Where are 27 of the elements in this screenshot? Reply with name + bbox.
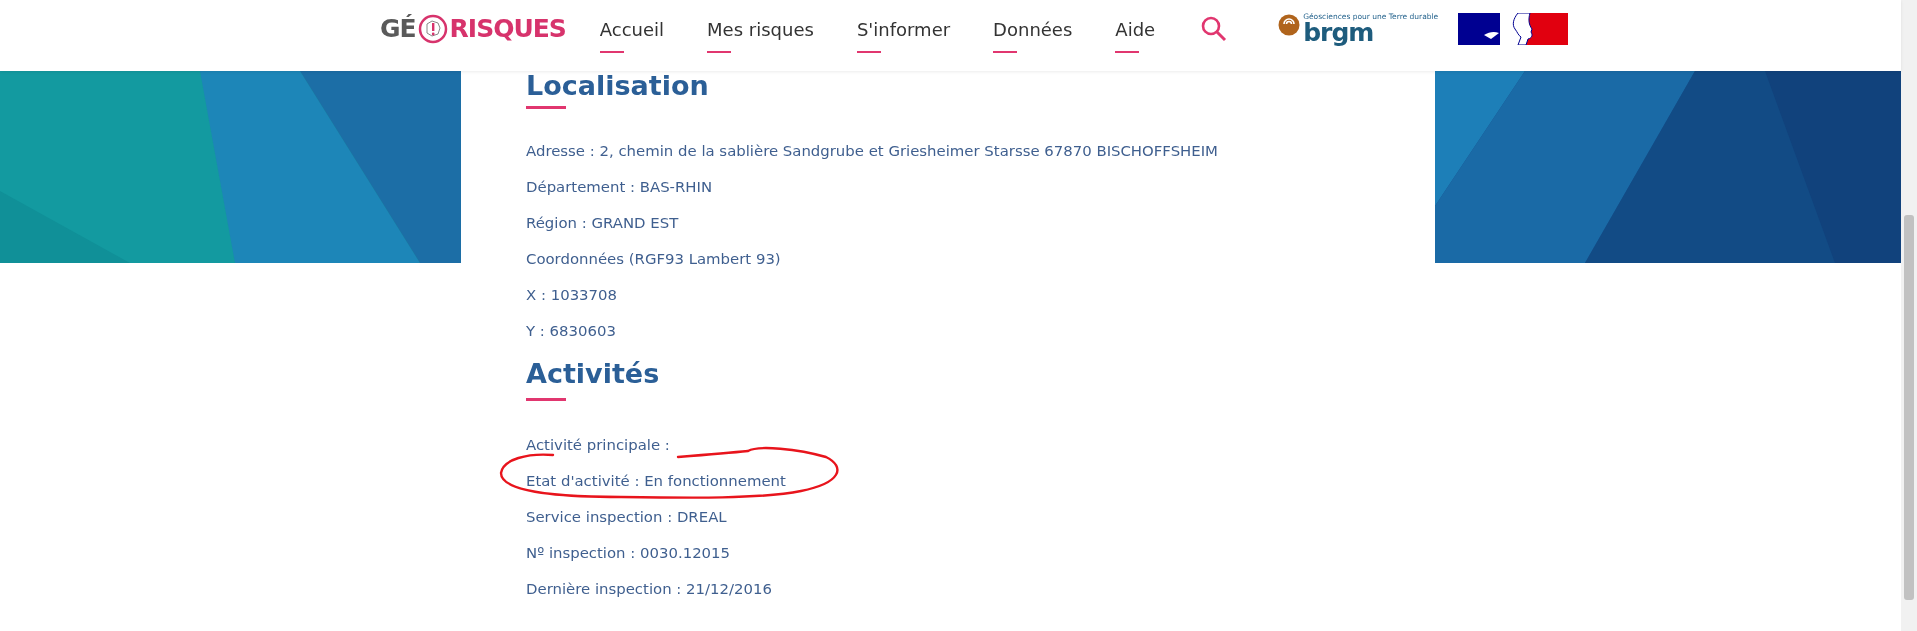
logo-text: GÉ [380, 14, 416, 43]
logo-text: RISQUES [449, 14, 566, 43]
nav-link[interactable]: Mes risques [707, 4, 814, 53]
scrollbar[interactable] [1901, 0, 1917, 631]
section-heading: Activités [526, 357, 661, 391]
nav-link[interactable]: S'informer [856, 4, 951, 53]
search-icon[interactable] [1200, 14, 1229, 43]
info-text: Activité principale : [526, 435, 670, 456]
info-text: Service inspection : DREAL [526, 507, 727, 528]
info-text: Nº inspection : 0030.12015 [526, 543, 731, 564]
nav-link[interactable]: Données [993, 4, 1073, 53]
info-text: Y : 6830603 [526, 321, 616, 342]
info-text: Etat d'activité : En fonctionnement [526, 471, 786, 492]
brgm-logo-icon [1278, 14, 1301, 36]
info-text: Coordonnées (RGF93 Lambert 93) [526, 249, 781, 270]
nav-link[interactable]: Aide [1115, 4, 1156, 53]
info-text: Adresse : 2, chemin de la sablière Sandgrube et Griesheimer Starsse 67870 BISCHOFFSHEIM [526, 141, 1218, 162]
nav-link[interactable]: Accueil [599, 4, 665, 53]
info-text: Département : BAS-RHIN [526, 177, 713, 198]
logo-icon [417, 13, 448, 44]
section-heading: Localisation [526, 69, 710, 103]
brgm-logo-text: brgm [1303, 21, 1374, 45]
info-text: X : 1033708 [526, 285, 617, 306]
republic-logo-icon [1458, 12, 1569, 45]
info-text: Dernière inspection : 21/12/2016 [526, 579, 772, 600]
info-text: Région : GRAND EST [526, 213, 679, 234]
scrollbar-thumb[interactable] [1904, 215, 1914, 600]
